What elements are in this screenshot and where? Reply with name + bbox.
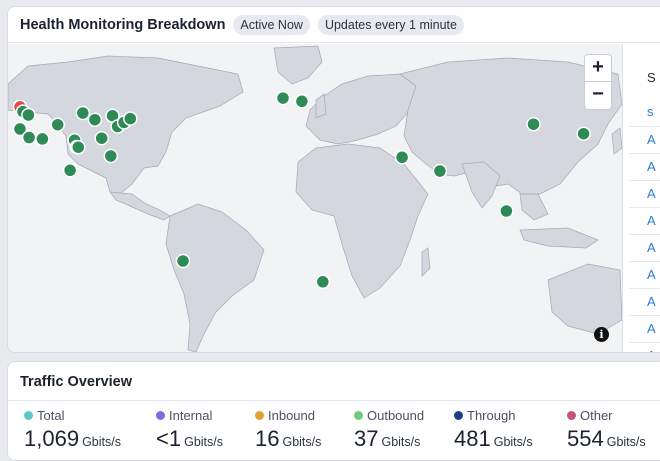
- site-list-item[interactable]: A: [647, 321, 656, 336]
- metric-label: Internal: [169, 408, 213, 423]
- health-card-header: Health Monitoring Breakdown Active Now U…: [8, 7, 660, 43]
- site-list-item[interactable]: A: [647, 267, 656, 282]
- update-interval-badge: Updates every 1 minute: [317, 14, 464, 35]
- metric-label: Inbound: [268, 408, 315, 423]
- site-marker-healthy[interactable]: [62, 163, 78, 178]
- land-south-america: [165, 203, 265, 352]
- land-madagascar: [421, 247, 431, 277]
- metric-unit: Gbits/s: [493, 435, 533, 449]
- metric-unit: Gbits/s: [82, 435, 121, 449]
- zoom-out-button[interactable]: −: [584, 82, 612, 110]
- land-southeast-asia: [519, 193, 549, 221]
- land-australia: [547, 263, 622, 335]
- land-greenland: [273, 45, 323, 85]
- site-marker-healthy[interactable]: [315, 274, 331, 290]
- land-uk: [315, 93, 327, 119]
- metric-outbound[interactable]: Outbound 37 Gbits/s: [354, 408, 424, 452]
- site-marker-healthy[interactable]: [94, 130, 109, 146]
- site-marker-healthy[interactable]: [294, 94, 310, 109]
- world-map[interactable]: [8, 44, 622, 353]
- active-now-badge: Active Now: [233, 14, 310, 35]
- site-marker-healthy[interactable]: [576, 126, 591, 141]
- site-marker-healthy[interactable]: [87, 112, 103, 127]
- health-monitoring-card: Health Monitoring Breakdown Active Now U…: [7, 6, 660, 353]
- series-color-dot: [255, 411, 264, 420]
- metric-value: 481: [454, 426, 491, 451]
- divider: [629, 180, 660, 181]
- divider: [629, 261, 660, 262]
- divider: [629, 315, 660, 316]
- metric-other[interactable]: Other 554 Gbits/s: [567, 408, 646, 452]
- site-marker-healthy[interactable]: [432, 163, 448, 179]
- site-marker-healthy[interactable]: [50, 117, 65, 132]
- site-list-item[interactable]: A: [647, 159, 656, 174]
- health-card-title: Health Monitoring Breakdown: [20, 16, 226, 33]
- metric-label: Other: [580, 408, 613, 423]
- land-indonesia: [519, 227, 599, 249]
- metric-unit: Gbits/s: [381, 435, 421, 449]
- metric-total[interactable]: Total 1,069 Gbits/s: [24, 408, 121, 452]
- site-list-item[interactable]: A: [647, 213, 656, 228]
- metric-value: <1: [156, 426, 182, 451]
- divider: [629, 153, 660, 154]
- site-marker-healthy[interactable]: [394, 150, 410, 165]
- site-list-item[interactable]: A: [647, 132, 656, 147]
- metric-value: 554: [567, 426, 604, 451]
- site-list-item[interactable]: A: [647, 294, 656, 309]
- metric-inbound[interactable]: Inbound 16 Gbits/s: [255, 408, 321, 452]
- series-color-dot: [567, 411, 576, 420]
- info-icon[interactable]: i: [594, 327, 609, 342]
- metric-value: 1,069: [24, 426, 80, 451]
- metric-value: 16: [255, 426, 280, 451]
- land-japan: [611, 127, 622, 155]
- site-marker-healthy[interactable]: [75, 105, 91, 121]
- site-marker-healthy[interactable]: [71, 139, 86, 155]
- metric-internal[interactable]: Internal <1 Gbits/s: [156, 408, 223, 452]
- series-color-dot: [354, 411, 363, 420]
- land-central-america: [109, 191, 171, 221]
- site-list-item[interactable]: A: [647, 348, 656, 352]
- site-list-item[interactable]: s: [647, 104, 654, 119]
- metric-unit: Gbits/s: [282, 435, 322, 449]
- site-list-item[interactable]: A: [647, 240, 656, 255]
- world-map-canvas[interactable]: [8, 44, 622, 353]
- divider: [629, 207, 660, 208]
- divider: [8, 400, 660, 401]
- metric-through[interactable]: Through 481 Gbits/s: [454, 408, 533, 452]
- site-list-header: S: [647, 70, 656, 85]
- site-marker-healthy[interactable]: [499, 203, 514, 219]
- site-marker-healthy[interactable]: [21, 130, 37, 145]
- site-list-item[interactable]: A: [647, 186, 656, 201]
- site-marker-healthy[interactable]: [175, 253, 191, 269]
- metric-unit: Gbits/s: [184, 435, 223, 449]
- land-africa: [295, 143, 429, 299]
- series-color-dot: [454, 411, 463, 420]
- traffic-overview-card: Traffic Overview Total 1,069 Gbits/s Inte…: [7, 361, 660, 461]
- metric-label: Outbound: [367, 408, 425, 423]
- site-marker-healthy[interactable]: [275, 90, 291, 106]
- site-marker-healthy[interactable]: [35, 131, 50, 147]
- site-marker-healthy[interactable]: [21, 107, 36, 123]
- series-color-dot: [24, 411, 33, 420]
- zoom-in-button[interactable]: +: [584, 54, 612, 82]
- divider: [629, 234, 660, 235]
- metric-label: Total: [37, 408, 65, 423]
- series-color-dot: [156, 411, 165, 420]
- divider: [629, 342, 660, 343]
- metric-unit: Gbits/s: [606, 435, 646, 449]
- site-marker-healthy[interactable]: [103, 148, 119, 164]
- site-marker-healthy[interactable]: [123, 111, 138, 126]
- divider: [629, 126, 660, 127]
- site-list-panel[interactable]: S s A A A A A A A A A: [622, 44, 660, 352]
- divider: [629, 288, 660, 289]
- metric-label: Through: [467, 408, 516, 423]
- traffic-overview-title: Traffic Overview: [20, 374, 133, 390]
- metric-value: 37: [354, 426, 379, 451]
- site-marker-healthy[interactable]: [526, 116, 541, 132]
